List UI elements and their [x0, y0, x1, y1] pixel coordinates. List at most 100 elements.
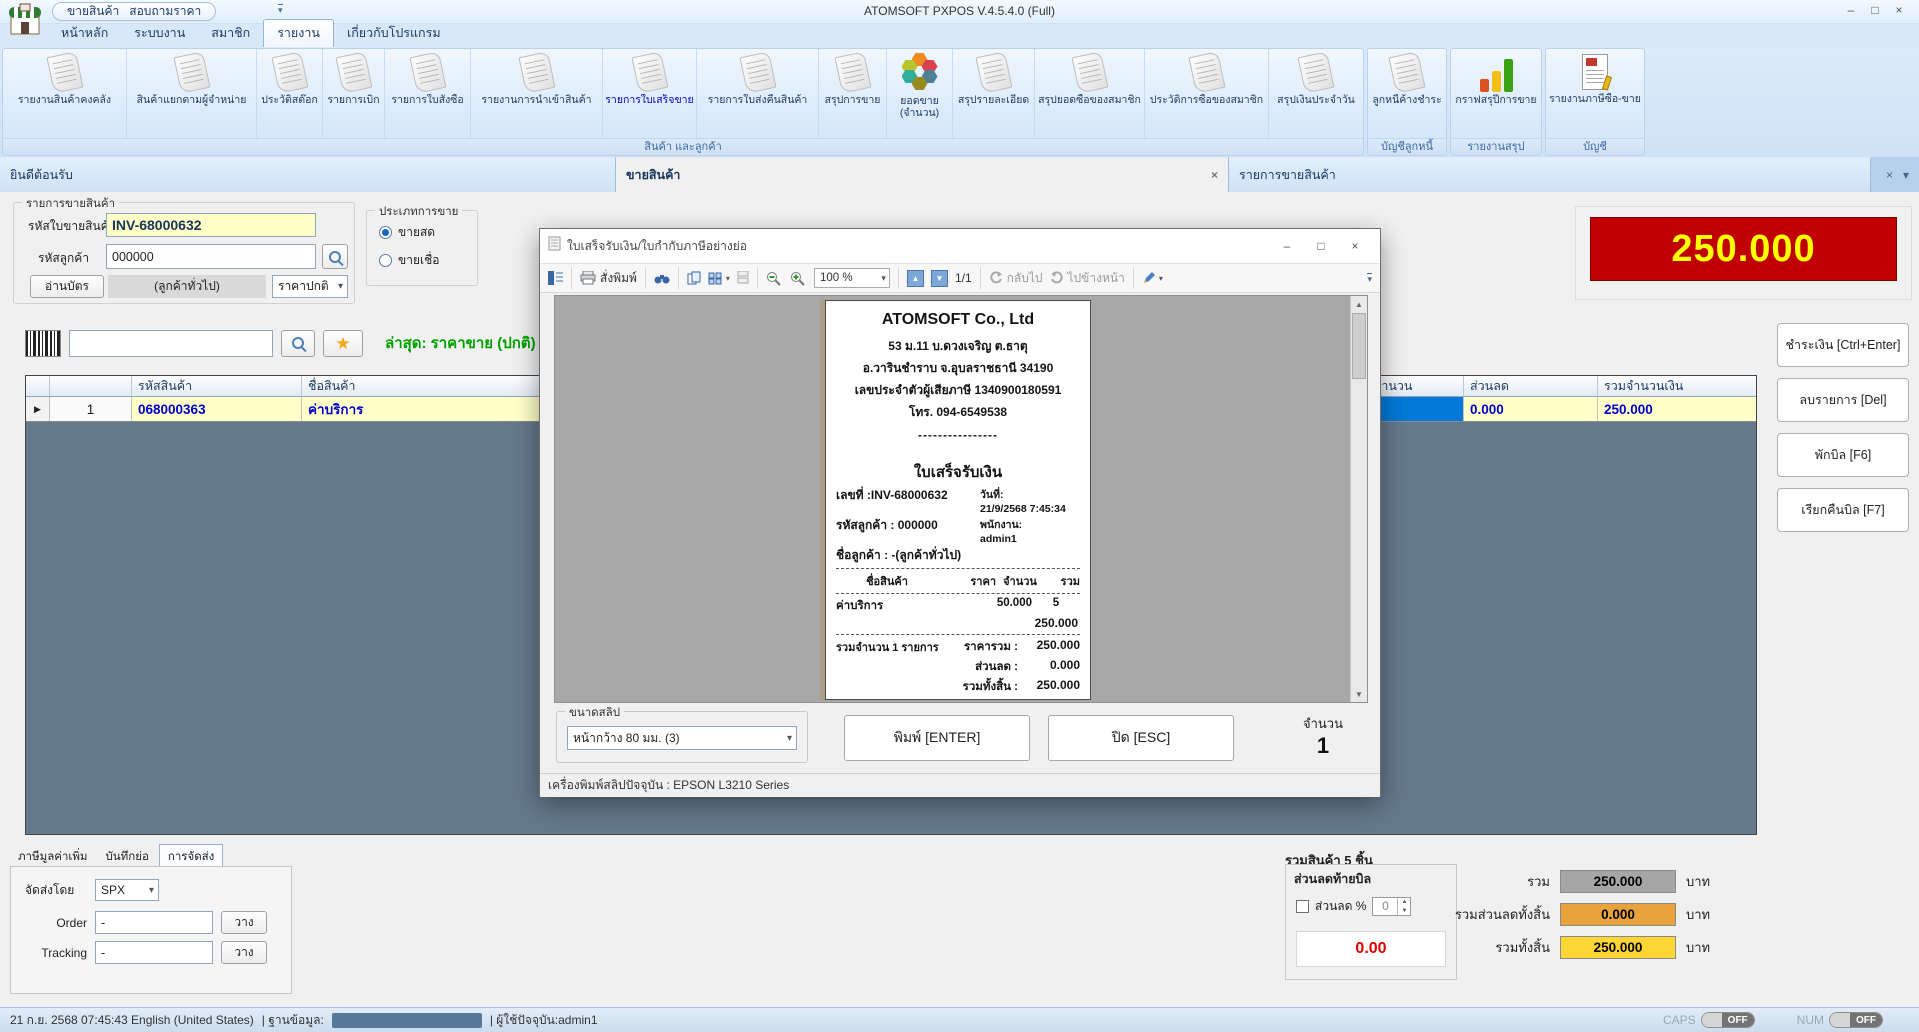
tab-sell-products[interactable]: ขายสินค้า×: [616, 157, 1229, 192]
ribbon-tab-bar: หน้าหลัก ระบบงาน สมาชิก รายงาน เกี่ยวกับ…: [0, 24, 1919, 47]
scroll-up-icon[interactable]: ▲: [1351, 296, 1367, 312]
ribbon-button-stock-report[interactable]: รายงานสินค้าคงคลัง: [3, 49, 127, 138]
ribbon-button-sales-graph[interactable]: กราฟสรุปีการขาย: [1451, 49, 1541, 138]
forward-button[interactable]: ไปข้างหน้า: [1050, 269, 1125, 288]
col-line-total[interactable]: รวมจำนวนเงิน: [1598, 376, 1756, 396]
page-layout-button[interactable]: ▾: [708, 272, 730, 285]
ribbon-button-daily-cash[interactable]: สรุปเงินประจำวัน: [1269, 49, 1363, 138]
tab-close-icon[interactable]: ×: [1201, 168, 1218, 182]
ribbon-button-products-by-supplier[interactable]: สินค้าแยกตามผู้จำหน่าย: [127, 49, 257, 138]
toolbar-overflow-icon[interactable]: ▾: [1367, 273, 1372, 284]
col-product-code[interactable]: รหัสสินค้า: [132, 376, 302, 396]
report-paper-icon: [1071, 51, 1108, 93]
ribbon-button-return-notes[interactable]: รายการใบส่งคืนสินค้า: [697, 49, 819, 138]
pay-button[interactable]: ชำระเงิน [Ctrl+Enter]: [1777, 323, 1909, 367]
ribbon-button-outstanding-debtors[interactable]: ลูกหนี้ค้างชำระ: [1368, 49, 1446, 138]
find-button[interactable]: [654, 272, 670, 284]
ribbon-button-member-purchases[interactable]: สรุปยอดซื้อของสมาชิก: [1035, 49, 1145, 138]
ribbon-tab-about[interactable]: เกี่ยวกับโปรแกรม: [334, 20, 454, 47]
sale-type-cash-radio[interactable]: ขายสด: [379, 223, 435, 242]
ribbon-button-sales-summary[interactable]: สรุปการขาย: [819, 49, 887, 138]
receipt-staff: admin1: [980, 533, 1017, 545]
customer-code-input[interactable]: 000000: [106, 244, 316, 269]
tab-sales-list[interactable]: รายการขายสินค้า: [1229, 157, 1871, 192]
document-map-button[interactable]: [548, 271, 563, 285]
dialog-minimize-button[interactable]: –: [1270, 232, 1304, 260]
bar-chart-icon: [1477, 54, 1515, 92]
delete-item-button[interactable]: ลบรายการ [Del]: [1777, 378, 1909, 422]
tab-welcome[interactable]: ยินดีต้อนรับ: [0, 157, 616, 192]
num-lock-indicator: NUM OFF: [1797, 1012, 1883, 1028]
ribbon-tab-members[interactable]: สมาชิก: [198, 20, 263, 47]
next-page-button[interactable]: ▼: [931, 270, 948, 287]
continuous-view-button[interactable]: [737, 271, 749, 285]
hold-bill-button[interactable]: พักบิล [F6]: [1777, 433, 1909, 477]
product-code-cell[interactable]: 068000363: [132, 397, 302, 421]
scroll-down-icon[interactable]: ▼: [1351, 686, 1367, 702]
recall-bill-button[interactable]: เรียกคืนบิล [F7]: [1777, 488, 1909, 532]
product-search-button[interactable]: [281, 330, 315, 357]
receipt-grand-total-row: รวมทั้งสิ้น :250.000: [836, 678, 1080, 696]
discount-cell[interactable]: 0.000: [1464, 397, 1598, 421]
dialog-close-button[interactable]: ×: [1338, 232, 1372, 260]
ribbon-tab-home[interactable]: หน้าหลัก: [48, 20, 121, 47]
zoom-out-button[interactable]: [766, 271, 783, 286]
tracking-input[interactable]: -: [95, 941, 213, 964]
ribbon-button-withdraw-list[interactable]: รายการเบิก: [323, 49, 385, 138]
dialog-print-button[interactable]: พิมพ์ [ENTER]: [844, 715, 1030, 761]
slip-size-select[interactable]: หน้ากว้าง 80 มม. (3): [567, 726, 797, 750]
order-input[interactable]: -: [95, 911, 213, 934]
col-discount[interactable]: ส่วนลด: [1464, 376, 1598, 396]
receipt-subtotal-row: รวมจำนวน 1 รายการ ราคารวม : 250.000: [836, 638, 1080, 656]
preview-scrollbar[interactable]: ▲ ▼: [1350, 296, 1367, 702]
barcode-input[interactable]: [69, 330, 273, 357]
maximize-button[interactable]: □: [1863, 0, 1887, 20]
ribbon-button-member-history[interactable]: ประวัติการซื้อของสมาชิก: [1145, 49, 1269, 138]
ribbon-tab-reports[interactable]: รายงาน: [263, 19, 334, 47]
customer-search-button[interactable]: [322, 244, 348, 269]
barcode-row: ★ ล่าสุด: ราคาขาย (ปกติ): [25, 328, 536, 358]
ribbon-button-sale-receipts[interactable]: รายการใบเสร็จขาย: [603, 49, 697, 138]
ribbon-tab-system[interactable]: ระบบงาน: [121, 20, 198, 47]
report-paper-icon: [975, 51, 1012, 93]
invoice-label: รหัสใบขายสินค้า: [28, 217, 115, 236]
currency-unit: บาท: [1686, 871, 1710, 892]
report-paper-icon: [335, 51, 372, 93]
tabstrip-close-icon[interactable]: ×: [1886, 168, 1893, 182]
ribbon-button-import-report[interactable]: รายงานการนำเข้าสินค้า: [471, 49, 603, 138]
dialog-maximize-button[interactable]: □: [1304, 232, 1338, 260]
ribbon-button-detail-summary[interactable]: สรุปรายละเอียด: [953, 49, 1035, 138]
tabstrip-dropdown-icon[interactable]: ▾: [1903, 168, 1909, 182]
sale-type-group: ประเภทการขาย ขายสด ขายเชื่อ: [366, 210, 478, 286]
discount-checkbox[interactable]: [1296, 900, 1309, 913]
scrollbar-thumb[interactable]: [1352, 313, 1366, 379]
customer-code-label: รหัสลูกค้า: [38, 249, 89, 268]
copy-button[interactable]: [687, 271, 701, 285]
previous-page-button[interactable]: ▲: [907, 270, 924, 287]
read-card-button[interactable]: อ่านบัตร: [30, 275, 104, 298]
carrier-select[interactable]: SPX: [95, 879, 159, 901]
order-paste-button[interactable]: วาง: [221, 911, 267, 934]
line-total-cell[interactable]: 250.000: [1598, 397, 1756, 421]
zoom-in-button[interactable]: [790, 271, 807, 286]
print-button[interactable]: สั่งพิมพ์: [580, 269, 637, 288]
report-paper-icon: [739, 51, 776, 93]
copies-count: 1: [1288, 733, 1358, 759]
annotation-pen-button[interactable]: ▾: [1142, 272, 1163, 285]
minimize-button[interactable]: –: [1839, 0, 1863, 20]
sale-type-credit-radio[interactable]: ขายเชื่อ: [379, 251, 439, 270]
app-window: ขายสินค้า สอบถามราคา ▾ ATOMSOFT PXPOS V.…: [0, 0, 1919, 1032]
ribbon-button-tax-report[interactable]: รายงานภาษีซื้อ-ขาย: [1546, 49, 1644, 138]
zoom-level-select[interactable]: 100 %: [814, 268, 890, 288]
ribbon-button-stock-history[interactable]: ประวัติสต๊อก: [257, 49, 323, 138]
currency-unit: บาท: [1686, 904, 1710, 925]
ribbon-button-sales-quantity[interactable]: ยอดขาย (จำนวน): [887, 49, 953, 138]
back-button[interactable]: กลับไป: [989, 269, 1043, 288]
price-type-select[interactable]: ราคาปกติ: [272, 275, 348, 298]
favorite-products-button[interactable]: ★: [323, 330, 363, 357]
tracking-paste-button[interactable]: วาง: [221, 941, 267, 964]
customer-name-field: (ลูกค้าทั่วไป): [108, 275, 266, 298]
dialog-close-esc-button[interactable]: ปิด [ESC]: [1048, 715, 1234, 761]
ribbon-button-purchase-orders[interactable]: รายการใบสั่งซื้อ: [385, 49, 471, 138]
close-button[interactable]: ×: [1887, 0, 1911, 20]
